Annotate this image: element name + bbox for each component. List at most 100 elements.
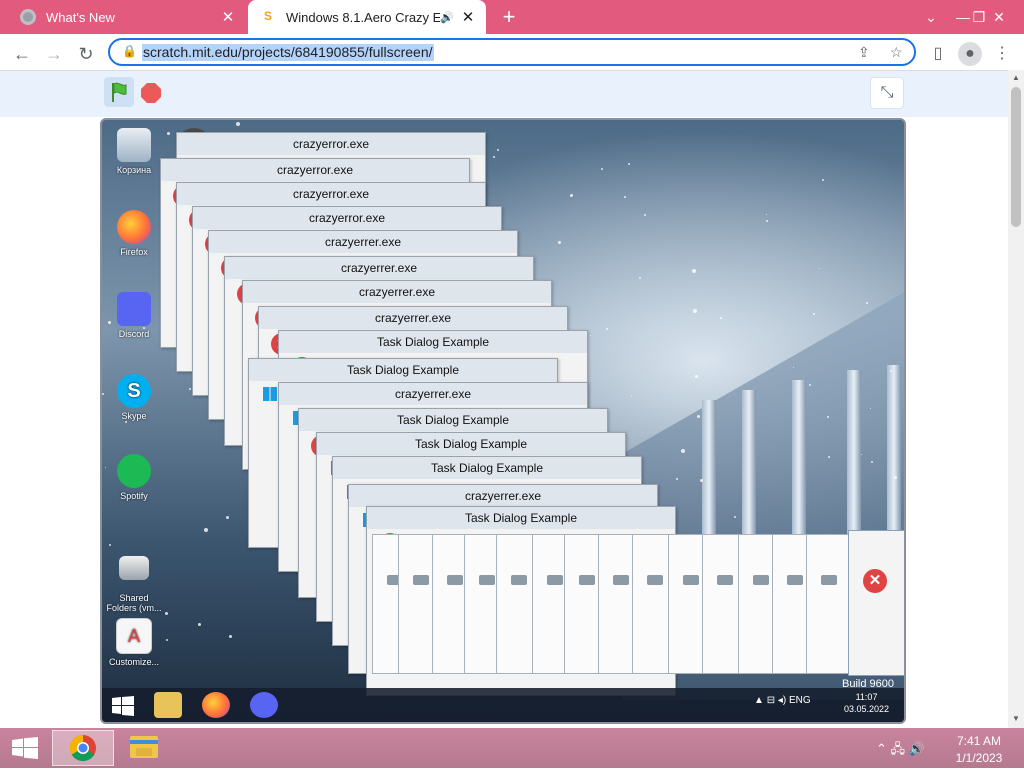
customize-icon: A <box>116 618 152 654</box>
tray-chevron-icon[interactable]: ⌃ <box>876 741 887 756</box>
menu-kebab-icon[interactable]: ⋮ <box>990 42 1014 66</box>
drive-icon <box>613 575 629 585</box>
snowflake <box>809 384 811 386</box>
taskbar-chrome[interactable] <box>52 730 114 766</box>
clock-time: 7:41 AM <box>956 734 1002 748</box>
address-bar[interactable]: 🔒 scratch.mit.edu/projects/684190855/ful… <box>108 38 916 66</box>
language-indicator[interactable]: ENG <box>789 695 811 706</box>
snowflake <box>631 395 632 396</box>
chrome-icon <box>69 734 96 762</box>
desktop-icon-label: Корзина <box>116 165 152 175</box>
emulated-taskbar: ▲ ⊟ ◂) ENG 11:07 03.05.2022 <box>102 688 904 722</box>
desktop-icon-recycle-bin[interactable]: Корзина <box>104 128 164 175</box>
dialog-caption[interactable]: crazyerrer.exe <box>209 231 517 253</box>
dialog-caption[interactable]: Task Dialog Example <box>317 433 625 455</box>
desktop-icon-label: Discord <box>118 329 150 339</box>
dialog-caption[interactable]: Task Dialog Example <box>249 359 557 381</box>
audio-playing-icon[interactable]: 🔊 <box>440 11 454 24</box>
scroll-down-arrow-icon[interactable]: ▼ <box>1010 714 1022 723</box>
side-panel-icon[interactable]: ▯ <box>926 42 950 66</box>
stop-button[interactable] <box>141 83 161 103</box>
file-explorer-icon[interactable] <box>154 692 182 718</box>
dialog-caption[interactable]: crazyerror.exe <box>161 159 469 181</box>
desktop-icon-label: Shared Folders (vm... <box>106 593 162 613</box>
exit-fullscreen-button[interactable]: ⤡ <box>870 77 904 109</box>
snowflake <box>166 639 168 641</box>
snowflake <box>606 328 608 330</box>
desktop-icon-shared-folders[interactable]: Shared Folders (vm... <box>104 546 164 613</box>
close-tab-icon[interactable]: ✕ <box>218 8 238 26</box>
drive-icon <box>787 575 803 585</box>
taskbar-clock[interactable]: 7:41 AM 1/1/2023 <box>942 733 1016 767</box>
tray-chevron-icon[interactable]: ▲ <box>754 695 764 706</box>
scratch-stage[interactable]: Корзина cpp Firefox Discord S Skype Spot… <box>100 118 906 724</box>
snowflake <box>866 302 868 304</box>
dialog-caption[interactable]: crazyerror.exe <box>177 183 485 205</box>
snowflake <box>828 456 830 458</box>
tab-title: What's New <box>46 9 115 25</box>
desktop-icon-discord[interactable]: Discord <box>104 292 164 339</box>
file-explorer-icon <box>130 736 158 758</box>
drive-icon <box>579 575 595 585</box>
snowflake <box>693 309 697 313</box>
windows-start-button[interactable] <box>12 737 38 759</box>
lock-icon[interactable]: 🔒 <box>122 44 137 58</box>
green-flag-button[interactable] <box>104 77 134 107</box>
back-button[interactable]: ← <box>10 42 34 66</box>
dialog-caption[interactable]: crazyerrer.exe <box>225 257 533 279</box>
snowflake <box>734 516 736 518</box>
tab-whats-new[interactable]: What's New ✕ <box>8 0 246 34</box>
drive-icon <box>753 575 769 585</box>
desktop-icon-firefox[interactable]: Firefox <box>104 210 164 257</box>
drive-icon <box>447 575 463 585</box>
tab-title: Windows 8.1.Aero Crazy Erro <box>286 9 441 25</box>
snowflake <box>813 313 815 315</box>
firefox-icon[interactable] <box>202 692 230 718</box>
windows-start-icon[interactable] <box>112 696 134 716</box>
taskbar-file-explorer[interactable] <box>114 730 176 766</box>
discord-icon[interactable] <box>250 692 278 718</box>
dialog-caption[interactable]: crazyerrer.exe <box>259 307 567 329</box>
emulated-tray: ▲ ⊟ ◂) ENG <box>754 695 811 706</box>
snowflake <box>165 612 168 615</box>
emulated-clock[interactable]: 11:07 03.05.2022 <box>844 691 889 715</box>
reload-button[interactable]: ↻ <box>74 42 98 66</box>
network-icon[interactable]: ⊟ <box>767 695 775 706</box>
snowflake <box>493 156 495 158</box>
dialog-caption[interactable]: crazyerror.exe <box>177 133 485 155</box>
scroll-up-arrow-icon[interactable]: ▲ <box>1010 73 1022 82</box>
url-text[interactable]: scratch.mit.edu/projects/684190855/fulls… <box>142 44 434 61</box>
desktop-icon-customize[interactable]: A Customize... <box>104 618 164 667</box>
snowflake <box>624 196 626 198</box>
dialog-caption[interactable]: crazyerrer.exe <box>279 383 587 405</box>
dialog-caption[interactable]: Task Dialog Example <box>299 409 607 431</box>
recycle-bin-icon <box>117 128 151 162</box>
scrollbar-thumb[interactable] <box>1011 87 1021 227</box>
snowflake <box>167 132 170 135</box>
desktop-icon-spotify[interactable]: Spotify <box>104 454 164 501</box>
volume-icon[interactable]: 🔊 <box>909 741 925 756</box>
share-icon[interactable]: ⇪ <box>858 44 870 61</box>
forward-button[interactable]: → <box>42 42 66 66</box>
close-tab-icon[interactable]: ✕ <box>458 8 478 26</box>
dialog-caption[interactable]: crazyerrer.exe <box>243 281 551 303</box>
profile-avatar-icon[interactable]: ● <box>958 42 982 66</box>
windows-logo-icon <box>263 387 277 401</box>
snowflake <box>822 179 824 181</box>
new-tab-button[interactable]: + <box>496 4 522 30</box>
desktop-icon-skype[interactable]: S Skype <box>104 374 164 421</box>
dialog-caption[interactable]: crazyerrer.exe <box>349 485 657 507</box>
dialog-caption[interactable]: Task Dialog Example <box>367 507 675 529</box>
tab-search-chevron-icon[interactable]: ⌄ <box>913 0 949 34</box>
error-dialog-front[interactable]: ✕ <box>848 530 904 676</box>
network-icon[interactable]: 🖧 <box>891 741 906 756</box>
dialog-caption[interactable]: Task Dialog Example <box>333 457 641 479</box>
dialog-caption[interactable]: Task Dialog Example <box>279 331 587 353</box>
close-window-button[interactable]: ✕ <box>981 0 1017 34</box>
dialog-caption[interactable]: crazyerror.exe <box>193 207 501 229</box>
volume-icon[interactable]: ◂) <box>778 695 786 706</box>
tab-scratch-project[interactable]: S Windows 8.1.Aero Crazy Erro 🔊 ✕ <box>248 0 486 34</box>
snowflake <box>226 516 229 519</box>
snowflake <box>871 461 873 463</box>
bookmark-star-icon[interactable]: ☆ <box>890 44 903 61</box>
